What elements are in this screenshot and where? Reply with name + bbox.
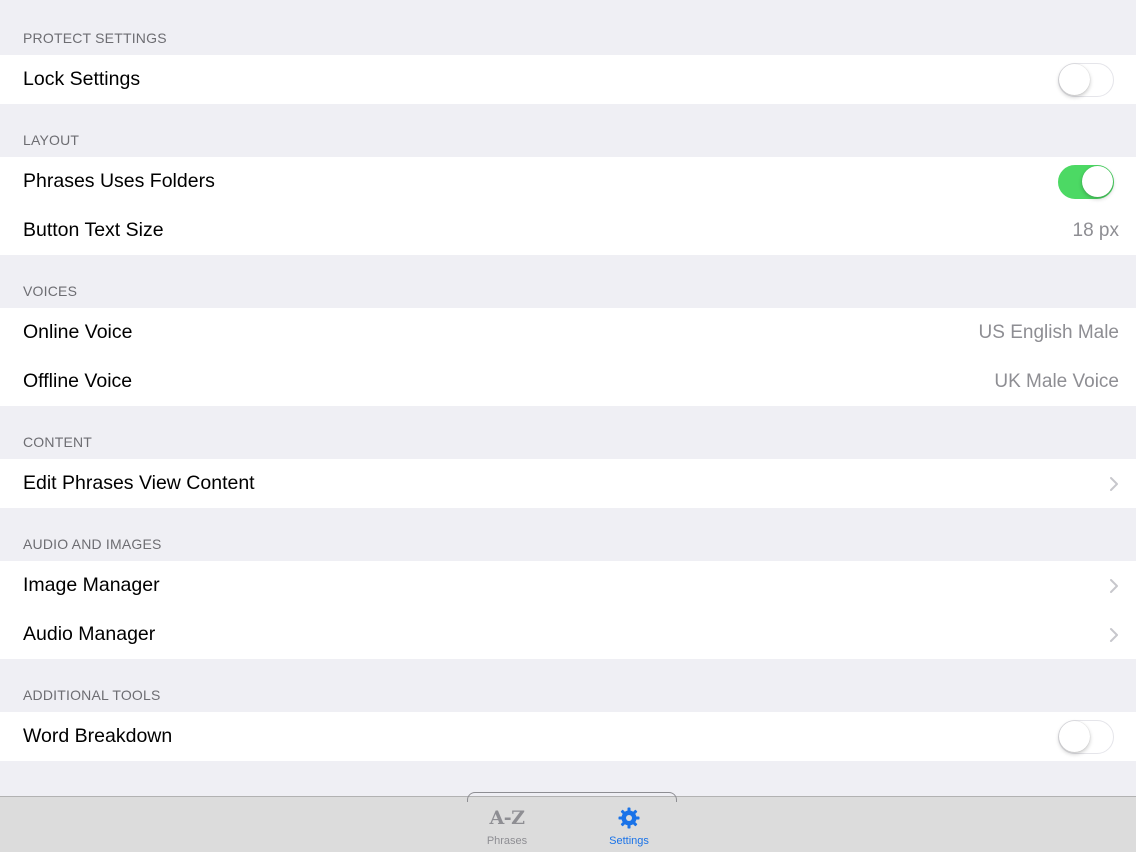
group-additional-tools: Word Breakdown [0, 712, 1136, 761]
word-breakdown-toggle[interactable] [1058, 719, 1114, 754]
offline-voice-value: UK Male Voice [994, 370, 1119, 392]
section-header-label: PROTECT SETTINGS [23, 30, 167, 46]
tab-bar-indicator [467, 792, 677, 802]
toggle-knob [1059, 63, 1090, 95]
tab-phrases[interactable]: A-Z Phrases [457, 803, 557, 847]
audio-manager-label: Audio Manager [23, 623, 156, 645]
tab-bar: A-Z Phrases Settings [0, 792, 1136, 852]
gear-icon [617, 803, 641, 833]
row-online-voice[interactable]: Online Voice US English Male [0, 308, 1136, 357]
group-protect-settings: Lock Settings [0, 55, 1136, 104]
lock-settings-toggle[interactable] [1058, 62, 1114, 97]
group-layout: Phrases Uses Folders Button Text Size 18… [0, 157, 1136, 255]
group-voices: Online Voice US English Male Offline Voi… [0, 308, 1136, 406]
phrases-uses-folders-label: Phrases Uses Folders [23, 170, 215, 192]
section-header-label: VOICES [23, 283, 78, 299]
row-offline-voice[interactable]: Offline Voice UK Male Voice [0, 357, 1136, 406]
section-header-additional-tools: ADDITIONAL TOOLS [0, 659, 1136, 712]
az-icon: A-Z [489, 803, 526, 833]
row-button-text-size[interactable]: Button Text Size 18 px [0, 206, 1136, 255]
edit-phrases-view-content-label: Edit Phrases View Content [23, 472, 255, 494]
section-header-protect-settings: PROTECT SETTINGS [0, 0, 1136, 55]
word-breakdown-label: Word Breakdown [23, 725, 173, 747]
row-audio-manager[interactable]: Audio Manager [0, 610, 1136, 659]
online-voice-value: US English Male [978, 321, 1119, 343]
section-header-label: CONTENT [23, 434, 93, 450]
image-manager-label: Image Manager [23, 574, 160, 596]
section-header-label: AUDIO AND IMAGES [23, 536, 162, 552]
row-lock-settings: Lock Settings [0, 55, 1136, 104]
chevron-right-icon [1103, 624, 1125, 646]
row-edit-phrases-view-content[interactable]: Edit Phrases View Content [0, 459, 1136, 508]
row-word-breakdown: Word Breakdown [0, 712, 1136, 761]
phrases-uses-folders-toggle[interactable] [1058, 164, 1114, 199]
tab-settings-label: Settings [609, 835, 649, 847]
toggle-knob [1082, 165, 1113, 197]
tab-phrases-label: Phrases [486, 835, 528, 847]
section-header-layout: LAYOUT [0, 104, 1136, 157]
online-voice-label: Online Voice [23, 321, 133, 343]
section-header-voices: VOICES [0, 255, 1136, 308]
chevron-right-icon [1103, 473, 1125, 495]
toggle-knob [1059, 720, 1090, 752]
az-icon-text: A-Z [489, 807, 526, 829]
section-header-audio-and-images: AUDIO AND IMAGES [0, 508, 1136, 561]
row-phrases-uses-folders: Phrases Uses Folders [0, 157, 1136, 206]
chevron-right-icon [1103, 575, 1125, 597]
settings-screen: PROTECT SETTINGS Lock Settings LAYOUT Ph… [0, 0, 1136, 852]
tab-settings[interactable]: Settings [579, 803, 679, 847]
button-text-size-value: 18 px [1072, 219, 1119, 241]
row-image-manager[interactable]: Image Manager [0, 561, 1136, 610]
section-header-content: CONTENT [0, 406, 1136, 459]
button-text-size-label: Button Text Size [23, 219, 164, 241]
section-header-label: LAYOUT [23, 132, 80, 148]
group-audio-and-images: Image Manager Audio Manager [0, 561, 1136, 659]
lock-settings-label: Lock Settings [23, 68, 141, 90]
group-content: Edit Phrases View Content [0, 459, 1136, 508]
offline-voice-label: Offline Voice [23, 370, 133, 392]
section-header-label: ADDITIONAL TOOLS [23, 687, 161, 703]
